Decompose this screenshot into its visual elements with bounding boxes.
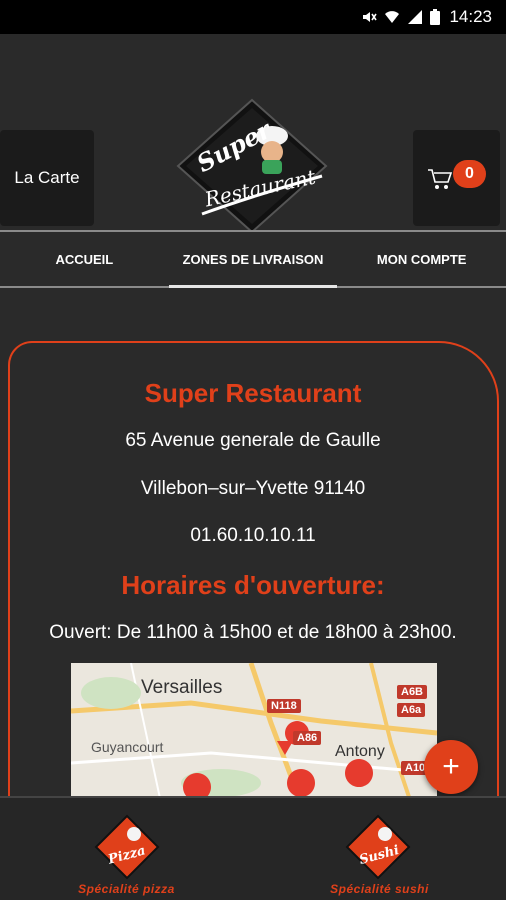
map-roads	[71, 663, 437, 803]
map-label-antony: Antony	[335, 743, 385, 760]
restaurant-address: 65 Avenue generale de Gaulle	[125, 430, 381, 451]
clock: 14:23	[449, 7, 492, 26]
road-badge-a6b: A6B	[397, 685, 428, 699]
restaurant-logo[interactable]: Super Restaurant	[172, 96, 332, 236]
road-badge-n118: N118	[267, 699, 301, 713]
status-bar: 14:23	[0, 0, 506, 34]
signal-icon	[407, 9, 423, 25]
add-button[interactable]: +	[424, 740, 478, 794]
hours-text: Ouvert: De 11h00 à 15h00 et de 18h00 à 2…	[49, 622, 457, 643]
road-badge-a6a: A6a	[397, 703, 426, 717]
restaurant-phone[interactable]: 01.60.10.10.11	[0, 525, 506, 547]
menu-button[interactable]: La Carte	[0, 130, 94, 226]
cart-button[interactable]: 0	[413, 130, 500, 226]
tab-zones-de-livraison[interactable]: ZONES DE LIVRAISON	[168, 232, 338, 288]
bottom-nav-pizza[interactable]: Pizza Spécialité pizza	[0, 798, 253, 900]
nav-tabs: ACCUEIL ZONES DE LIVRAISON MON COMPTE	[0, 230, 506, 288]
map-label-versailles: Versailles	[141, 677, 223, 698]
bottom-nav: Pizza Spécialité pizza Sushi Spécialité …	[0, 796, 506, 900]
battery-icon	[430, 9, 441, 25]
mute-icon	[361, 9, 378, 25]
road-badge-a86: A86	[293, 731, 322, 745]
cart-icon	[427, 168, 453, 195]
delivery-map[interactable]: Versailles Guyancourt Antony N118 A86 A6…	[71, 663, 437, 803]
map-marker[interactable]	[345, 759, 373, 788]
tab-accueil[interactable]: ACCUEIL	[0, 232, 169, 286]
app-header: La Carte Super Restaurant 0	[0, 34, 506, 234]
bottom-nav-sushi-label: Spécialité sushi	[330, 882, 429, 896]
menu-button-label: La Carte	[14, 168, 80, 187]
map-marker[interactable]	[287, 769, 315, 798]
hours-title: Horaires d'ouverture:	[121, 570, 385, 600]
restaurant-name: Super Restaurant	[144, 378, 362, 408]
bottom-nav-pizza-label: Spécialité pizza	[78, 882, 175, 896]
cart-count-badge: 0	[453, 160, 486, 188]
map-label-guyancourt: Guyancourt	[91, 739, 164, 755]
restaurant-city: Villebon–sur–Yvette 91140	[140, 478, 366, 499]
wifi-icon	[384, 9, 400, 25]
tab-mon-compte[interactable]: MON COMPTE	[337, 232, 506, 286]
bottom-nav-sushi[interactable]: Sushi Spécialité sushi	[253, 798, 506, 900]
